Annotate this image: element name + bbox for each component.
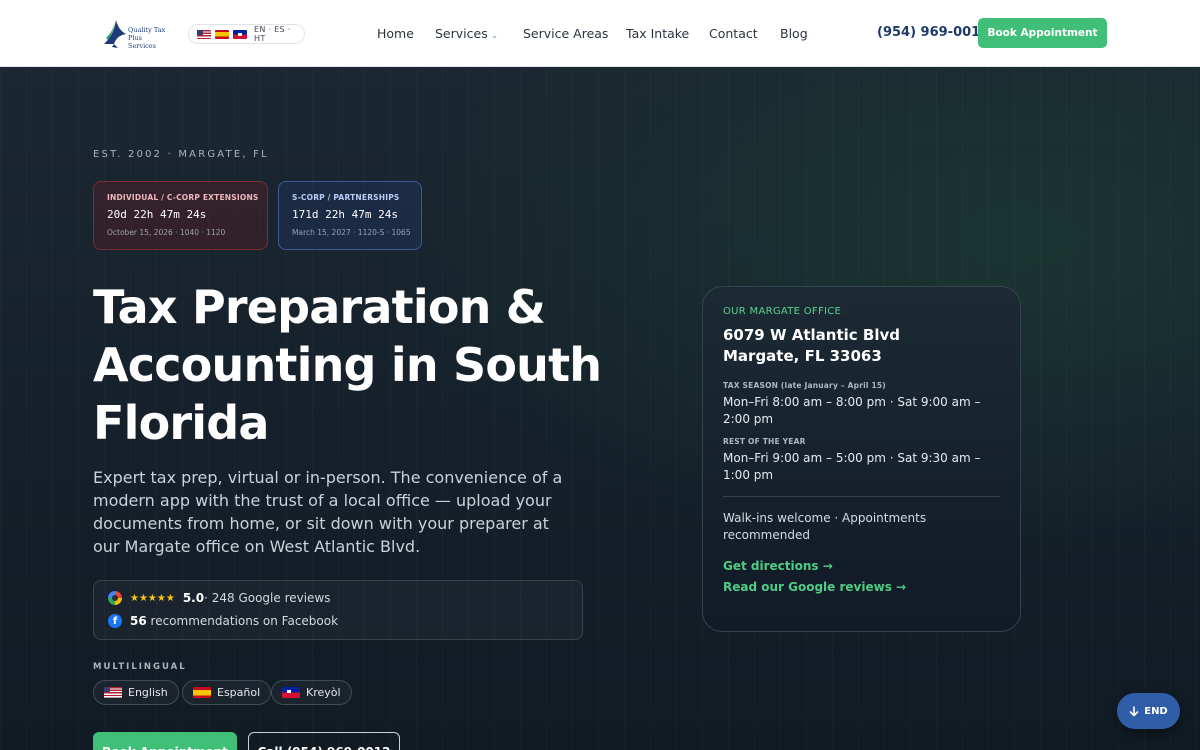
nav-tax-intake[interactable]: Tax Intake xyxy=(626,26,689,41)
countdown-card-scorp: S-CORP / PARTNERSHIPS 171d 22h 47m 24s M… xyxy=(278,181,422,250)
countdown-label: S-CORP / PARTNERSHIPS xyxy=(292,193,400,202)
get-directions-link[interactable]: Get directions → xyxy=(723,559,1000,573)
haiti-flag-icon xyxy=(233,29,247,39)
rest-of-year-hours: Mon–Fri 9:00 am – 5:00 pm · Sat 9:30 am … xyxy=(723,451,981,482)
header-phone-link[interactable]: (954) 969-0012 xyxy=(877,25,989,40)
chevron-down-icon: ⌄ xyxy=(490,31,499,41)
nav-blog[interactable]: Blog xyxy=(780,26,808,41)
header-book-appointment-button[interactable]: Book Appointment xyxy=(978,18,1107,48)
facebook-count: 56 xyxy=(130,614,147,628)
tax-season-hours: Mon–Fri 8:00 am – 8:00 pm · Sat 9:00 am … xyxy=(723,395,981,426)
language-chip-english[interactable]: English xyxy=(93,680,179,705)
hero-call-button[interactable]: Call (954) 969-0012 xyxy=(248,732,400,750)
site-header: Quality Tax Plus Services EN · ES · HT H… xyxy=(0,0,1200,67)
language-switcher[interactable]: EN · ES · HT xyxy=(188,24,305,44)
countdown-card-individual: INDIVIDUAL / C-CORP EXTENSIONS 20d 22h 4… xyxy=(93,181,268,250)
facebook-text: recommendations on Facebook xyxy=(150,614,339,628)
facebook-reviews-row[interactable]: f 56 recommendations on Facebook xyxy=(108,614,338,628)
language-label: English xyxy=(128,686,168,699)
office-address: 6079 W Atlantic Blvd Margate, FL 33063 xyxy=(723,326,900,365)
rest-of-year-label: REST OF THE YEAR xyxy=(723,437,806,446)
language-chip-kreyol[interactable]: Kreyòl xyxy=(271,680,352,705)
google-icon xyxy=(108,591,122,605)
hero-book-appointment-button[interactable]: Book Appointment xyxy=(93,732,237,750)
countdown-deadline: March 15, 2027 · 1120-S · 1065 xyxy=(292,228,411,237)
tax-season-label: TAX SEASON (late January – April 15) xyxy=(723,381,886,390)
countdown-timer: 171d 22h 47m 24s xyxy=(292,208,398,221)
hero-lead: Expert tax prep, virtual or in-person. T… xyxy=(93,468,563,556)
haiti-flag-icon xyxy=(282,687,300,698)
logo-text: Quality Tax Plus Services xyxy=(128,26,166,50)
star-rating-icon: ★★★★★ xyxy=(130,592,175,604)
office-card: OUR MARGATE OFFICE 6079 W Atlantic Blvd … xyxy=(702,286,1021,632)
google-reviews-link[interactable]: Read our Google reviews → xyxy=(723,580,1000,594)
multilingual-label: MULTILINGUAL xyxy=(93,662,187,672)
google-reviews-row[interactable]: ★★★★★ 5.0· 248 Google reviews xyxy=(108,591,331,605)
spain-flag-icon xyxy=(193,687,211,698)
language-chip-spanish[interactable]: Español xyxy=(182,680,272,705)
walkins-note: Walk-ins welcome · Appointments recommen… xyxy=(723,511,927,542)
nav-services-label: Services xyxy=(435,26,488,41)
language-label: Kreyòl xyxy=(306,686,341,699)
established-label: EST. 2002 · MARGATE, FL xyxy=(93,149,269,160)
countdown-label: INDIVIDUAL / C-CORP EXTENSIONS xyxy=(107,193,259,202)
logo[interactable]: Quality Tax Plus Services xyxy=(100,14,170,52)
countdown-deadline: October 15, 2026 · 1040 · 1120 xyxy=(107,228,226,237)
scroll-end-button[interactable]: END xyxy=(1117,693,1180,729)
us-flag-icon xyxy=(197,29,211,39)
nav-services[interactable]: Services ⌄ xyxy=(435,26,498,41)
google-rating: 5.0 xyxy=(182,591,205,605)
countdown-timer: 20d 22h 47m 24s xyxy=(107,208,207,221)
reviews-box: ★★★★★ 5.0· 248 Google reviews f 56 recom… xyxy=(93,580,583,640)
nav-service-areas[interactable]: Service Areas xyxy=(523,26,608,41)
us-flag-icon xyxy=(104,687,122,698)
facebook-icon: f xyxy=(108,614,122,628)
divider xyxy=(723,496,1000,497)
spain-flag-icon xyxy=(215,29,229,39)
eagle-logo-icon xyxy=(104,20,126,48)
language-label: Español xyxy=(217,686,261,699)
language-codes: EN · ES · HT xyxy=(254,25,291,43)
nav-contact[interactable]: Contact xyxy=(709,26,758,41)
arrow-down-icon xyxy=(1129,705,1139,716)
end-label: END xyxy=(1144,705,1168,717)
office-card-label: OUR MARGATE OFFICE xyxy=(723,306,842,317)
hero-title: Tax Preparation & Accounting in South Fl… xyxy=(93,280,602,450)
google-review-count: · 248 Google reviews xyxy=(204,591,331,605)
nav-home[interactable]: Home xyxy=(377,26,414,41)
